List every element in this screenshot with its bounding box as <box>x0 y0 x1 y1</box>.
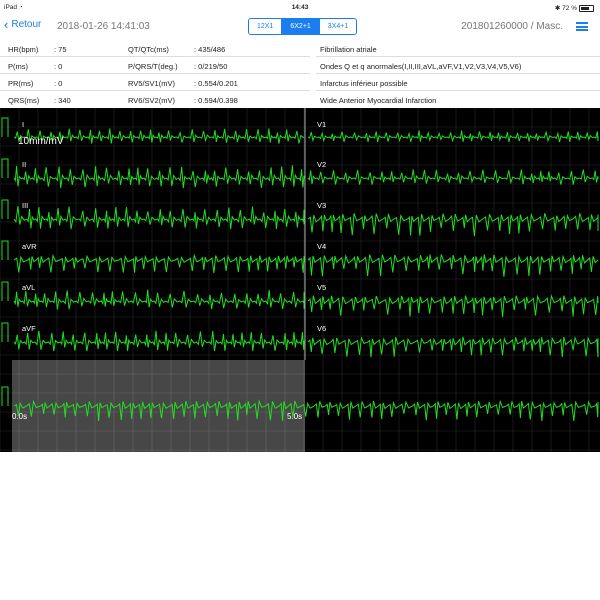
calibration-pulse <box>1 117 9 137</box>
measurements-panel: HR(bpm) : 75 QT/QTc(ms) : 435/486 Fibril… <box>0 40 600 108</box>
lead-label-i: I <box>22 120 25 129</box>
battery-status: ✱ 72 % <box>555 4 594 12</box>
lead-label-avf: aVF <box>22 324 36 333</box>
ecg-trace <box>13 253 305 274</box>
ecg-trace <box>307 254 599 277</box>
lead-label-ii: II <box>22 160 27 169</box>
ecg-trace <box>13 289 305 310</box>
patient-id: 201801260000 / Masc. <box>461 21 563 32</box>
measurement-row: PR(ms) : 0 RV5/SV1(mV) : 0.554/0.201 Inf… <box>0 74 600 91</box>
diagnosis-text: Infarctus inférieur possible <box>320 79 408 88</box>
lead-label-v3: V3 <box>317 201 327 210</box>
ecg-trace <box>13 330 305 352</box>
lead-label-v4: V4 <box>317 242 327 251</box>
time-start-label: 0.0s <box>12 412 28 421</box>
layout-segmented-control: 12X1 6X2+1 3X4+1 <box>248 18 358 35</box>
calibration-pulse <box>1 386 9 406</box>
lead-label-v5: V5 <box>317 283 327 292</box>
ecg-grid <box>0 108 600 452</box>
ecg-trace <box>307 335 599 358</box>
ecg-trace <box>307 294 599 317</box>
record-datetime: 2018-01-26 14:41:03 <box>57 21 150 32</box>
bluetooth-icon: ✱ <box>554 5 561 12</box>
clock: 14:43 <box>291 4 309 11</box>
ecg-trace <box>13 165 305 189</box>
ecg-trace <box>307 130 599 143</box>
segment-6x2-1[interactable]: 6X2+1 <box>281 19 319 34</box>
lead-label-v1: V1 <box>317 120 327 129</box>
measurement-row: QRS(ms) : 340 RV6/SV2(mV) : 0.594/0.398 … <box>8 96 437 105</box>
lead-label-iii: III <box>22 201 29 210</box>
segment-12x1[interactable]: 12X1 <box>249 19 281 34</box>
segment-3x4-1[interactable]: 3X4+1 <box>318 19 356 34</box>
calibration-pulse <box>1 158 9 178</box>
diagnosis-text: Ondes Q et q anormales(I,II,III,aVL,aVF,… <box>320 62 522 71</box>
menu-icon[interactable] <box>576 22 588 31</box>
diagnosis-text: Wide Anterior Myocardial Infarction <box>320 96 437 105</box>
diagnosis-text: Fibrillation atriale <box>320 45 377 54</box>
lead-label-avr: aVR <box>22 242 37 251</box>
calibration-pulse <box>1 240 9 260</box>
scale-label: 10mm/mV <box>18 136 64 147</box>
ecg-trace <box>307 169 599 185</box>
ecg-display[interactable]: 10mm/mV I II III aVR aVL aVF V1 V2 V3 V4… <box>0 108 600 452</box>
ecg-trace <box>307 212 599 237</box>
ecg-trace <box>13 206 305 230</box>
time-end-label: 5.0s <box>287 412 303 421</box>
measurement-row: P(ms) : 0 P/QRS/T(deg.) : 0/219/50 Ondes… <box>0 57 600 74</box>
nav-bar: ‹ Retour 2018-01-26 14:41:03 12X1 6X2+1 … <box>0 14 600 40</box>
status-bar: iPad ◔ 14:43 ✱ 72 % <box>0 0 600 14</box>
measurement-row: HR(bpm) : 75 QT/QTc(ms) : 435/486 Fibril… <box>0 40 600 57</box>
lead-label-v2: V2 <box>317 160 327 169</box>
chevron-left-icon: ‹ <box>4 16 9 32</box>
lead-label-v6: V6 <box>317 324 327 333</box>
lead-label-avl: aVL <box>22 283 36 292</box>
calibration-pulse <box>1 322 9 342</box>
back-button[interactable]: ‹ Retour <box>4 16 41 32</box>
battery-icon <box>579 4 594 12</box>
